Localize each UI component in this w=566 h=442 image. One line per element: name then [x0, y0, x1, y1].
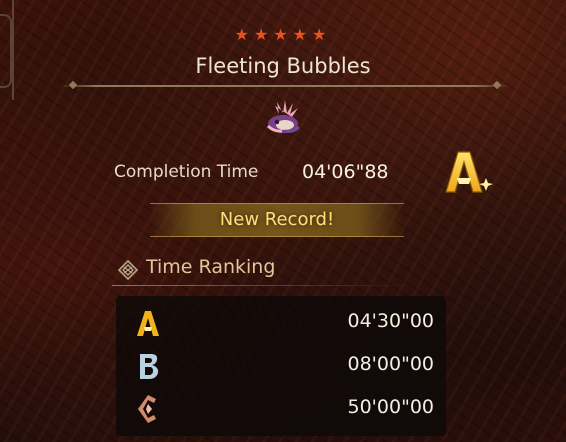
completion-time-label: Completion Time — [114, 162, 259, 182]
bubble-fox-monster-icon — [263, 100, 303, 138]
ranking-title: Time Ranking — [146, 256, 276, 278]
new-record-banner: New Record! — [150, 203, 404, 237]
ranking-emblem-icon — [117, 259, 139, 281]
rank-c-icon — [134, 394, 162, 424]
rank-b-time: 08'00"00 — [347, 353, 435, 375]
title-divider — [60, 85, 510, 87]
rank-b-icon — [134, 351, 162, 381]
rank-a-icon — [134, 308, 162, 338]
ranking-table: 04'30"00 08'00"00 50'00"00 — [116, 296, 446, 436]
grade-a-badge-icon — [440, 148, 494, 196]
difficulty-stars: ★★★★★ — [234, 25, 332, 44]
rank-a-time: 04'30"00 — [347, 310, 435, 332]
ranking-divider — [112, 285, 412, 286]
completion-row: Completion Time 04'06"88 — [114, 161, 414, 186]
completion-time-value: 04'06"88 — [302, 161, 389, 183]
rank-row-c: 50'00"00 — [116, 388, 446, 428]
frame-ornament — [0, 0, 14, 100]
quest-title: Fleeting Bubbles — [195, 54, 371, 78]
rank-row-a: 04'30"00 — [116, 302, 446, 342]
rank-c-time: 50'00"00 — [347, 396, 435, 418]
rank-row-b: 08'00"00 — [116, 345, 446, 385]
